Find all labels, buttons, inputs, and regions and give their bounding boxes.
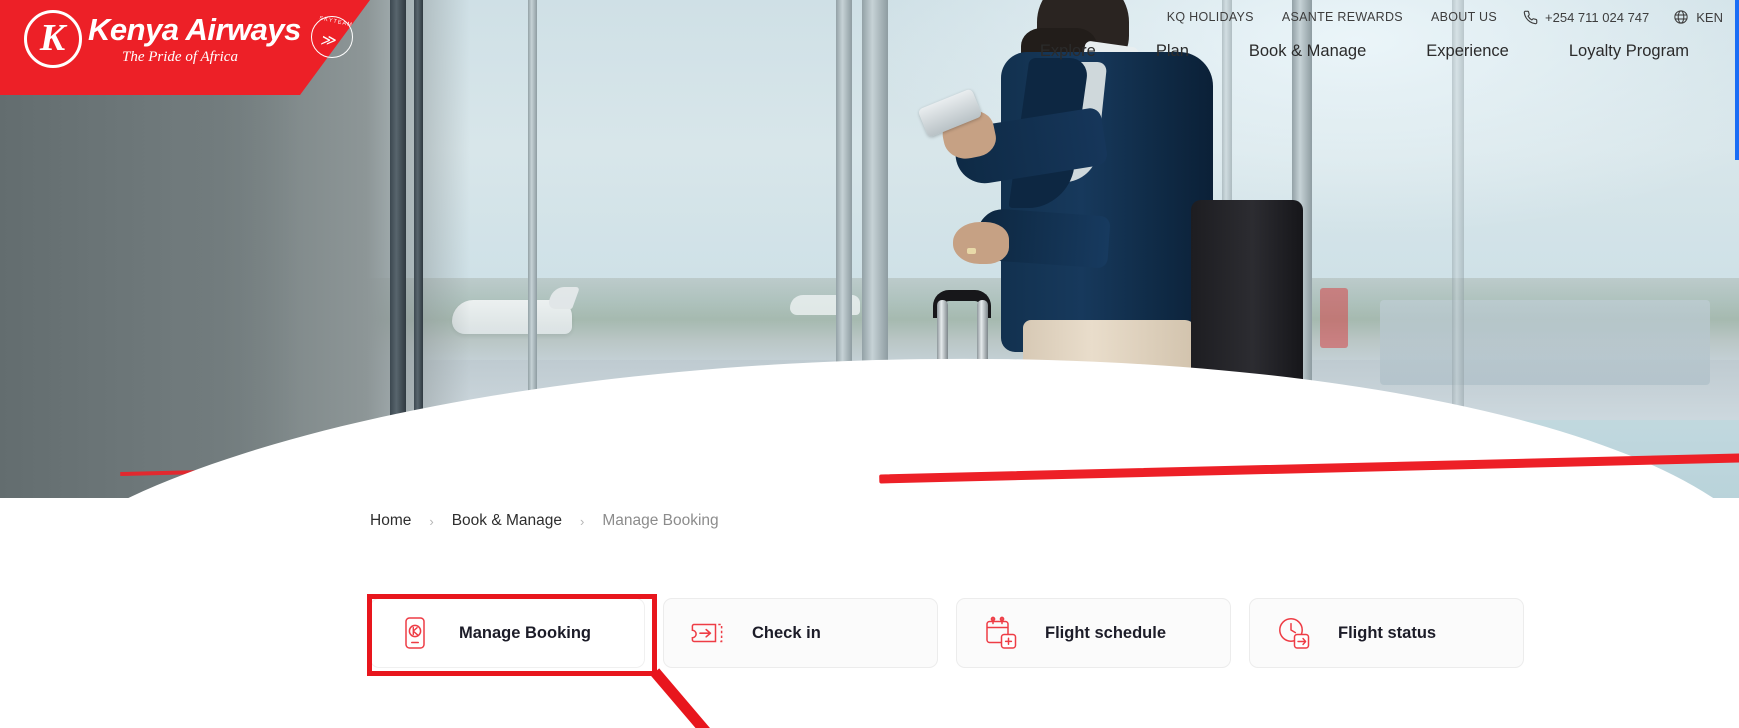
skyteam-alliance-icon: SKYTEAM ≫: [310, 15, 354, 58]
region-selector[interactable]: KEN: [1661, 9, 1735, 25]
contact-phone[interactable]: +254 711 024 747: [1511, 10, 1661, 25]
utility-link-kq-holidays[interactable]: KQ HOLIDAYS: [1153, 10, 1268, 24]
kenya-airways-manage-booking-page: Kenya Airways The Pride of Africa SKYTEA…: [0, 0, 1739, 728]
globe-icon: [1673, 9, 1689, 25]
phone-number: +254 711 024 747: [1545, 9, 1650, 25]
calendar-plane-icon: [957, 599, 1045, 667]
nav-item-loyalty-program[interactable]: Loyalty Program: [1539, 42, 1719, 61]
card-manage-booking[interactable]: Manage Booking: [370, 598, 645, 668]
logo-tagline: The Pride of Africa: [122, 48, 238, 65]
nav-item-plan[interactable]: Plan: [1126, 42, 1219, 61]
card-flight-schedule[interactable]: Flight schedule: [956, 598, 1231, 668]
breadcrumb-item-home[interactable]: Home: [370, 512, 411, 530]
breadcrumb-item-book-manage[interactable]: Book & Manage: [452, 512, 562, 530]
hero-plane-main: [452, 287, 581, 334]
card-label-check-in: Check in: [752, 623, 821, 642]
breadcrumb-separator-icon: ›: [580, 513, 585, 529]
service-tab-cards: Manage Booking Check in Flight schedule …: [370, 598, 1524, 668]
mobile-booking-icon: [371, 599, 459, 667]
utility-link-asante-rewards[interactable]: ASANTE REWARDS: [1268, 10, 1417, 24]
hero-red-jetbridge: [1320, 288, 1348, 348]
card-label-flight-status: Flight status: [1338, 623, 1437, 642]
card-label-manage-booking: Manage Booking: [459, 623, 592, 642]
browser-focus-indicator: [1735, 0, 1739, 160]
skyteam-swoosh: ≫: [319, 33, 336, 49]
clock-plane-icon: [1250, 599, 1338, 667]
nav-item-experience[interactable]: Experience: [1396, 42, 1539, 61]
card-flight-status[interactable]: Flight status: [1249, 598, 1524, 668]
card-check-in[interactable]: Check in: [663, 598, 938, 668]
card-label-flight-schedule: Flight schedule: [1045, 623, 1167, 642]
skyteam-label: SKYTEAM: [318, 15, 354, 29]
utility-link-about-us[interactable]: ABOUT US: [1417, 10, 1511, 24]
nav-item-explore[interactable]: Explore: [1010, 42, 1126, 61]
boarding-pass-icon: [664, 599, 752, 667]
kenya-airways-logo[interactable]: Kenya Airways The Pride of Africa SKYTEA…: [24, 10, 353, 68]
region-label: KEN: [1696, 9, 1723, 25]
breadcrumb: Home › Book & Manage › Manage Booking: [370, 512, 719, 530]
hero-terminal-building: [1380, 300, 1710, 385]
logo-wordmark: Kenya Airways The Pride of Africa: [88, 14, 301, 65]
logo-brand-name: Kenya Airways: [88, 11, 301, 47]
utility-nav-bar: KQ HOLIDAYS ASANTE REWARDS ABOUT US +254…: [1153, 0, 1739, 34]
breadcrumb-separator-icon: ›: [429, 513, 434, 529]
nav-item-book-manage[interactable]: Book & Manage: [1219, 42, 1396, 61]
main-navigation: Explore Plan Book & Manage Experience Lo…: [1010, 42, 1719, 61]
breadcrumb-item-manage-booking: Manage Booking: [602, 512, 719, 529]
logo-roundel-icon: [24, 10, 82, 68]
phone-icon: [1523, 10, 1538, 25]
